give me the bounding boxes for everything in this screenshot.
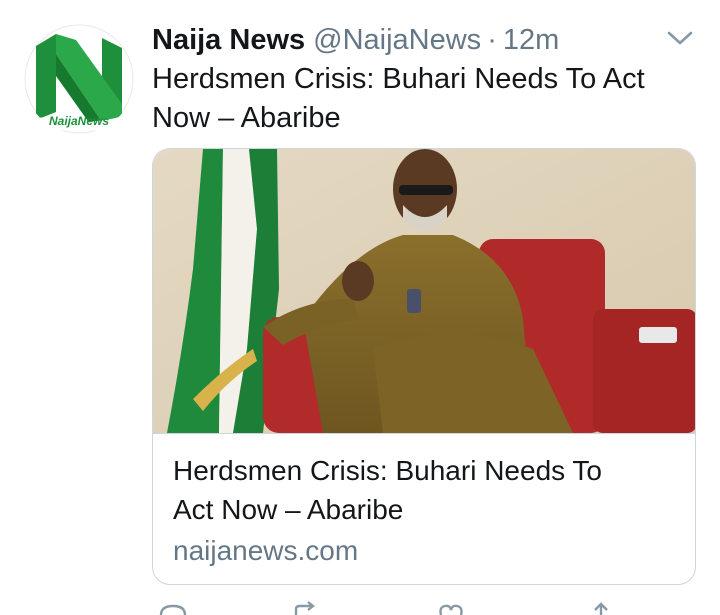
- card-domain: naijanews.com: [173, 535, 359, 566]
- card-title-line-1: Herdsmen Crisis: Buhari Needs To: [173, 455, 602, 486]
- avatar[interactable]: NaijaNews: [24, 24, 134, 134]
- chevron-down-icon[interactable]: [666, 28, 694, 48]
- tweet-header: Naija News @NaijaNews · 12m: [152, 22, 559, 58]
- separator-dot: ·: [487, 24, 497, 56]
- card-title-line-2: Act Now – Abaribe: [173, 494, 404, 525]
- tweet-actions: [152, 600, 652, 615]
- link-card[interactable]: Herdsmen Crisis: Buhari Needs To Act Now…: [152, 148, 696, 585]
- card-title[interactable]: Herdsmen Crisis: Buhari Needs To Act Now…: [173, 451, 673, 529]
- tweet-text-line-1: Herdsmen Crisis: Buhari Needs To Act: [152, 63, 645, 95]
- display-name[interactable]: Naija News: [152, 22, 305, 58]
- tweet-text-line-2: Now – Abaribe: [152, 102, 341, 134]
- card-divider: [153, 433, 695, 434]
- like-icon[interactable]: [436, 600, 466, 615]
- handle[interactable]: @NaijaNews: [313, 22, 481, 58]
- card-photo: [153, 149, 695, 433]
- timestamp[interactable]: 12m: [503, 22, 559, 58]
- card-image[interactable]: [153, 149, 695, 433]
- share-icon[interactable]: [586, 600, 616, 615]
- retweet-icon[interactable]: [292, 600, 326, 615]
- tweet-text: Herdsmen Crisis: Buhari Needs To Act Now…: [152, 60, 692, 138]
- naija-news-logo-icon: NaijaNews: [24, 24, 134, 134]
- avatar-logo-text: NaijaNews: [49, 114, 109, 128]
- tweet[interactable]: NaijaNews Naija News @NaijaNews · 12m He…: [0, 0, 720, 615]
- reply-icon[interactable]: [158, 600, 188, 615]
